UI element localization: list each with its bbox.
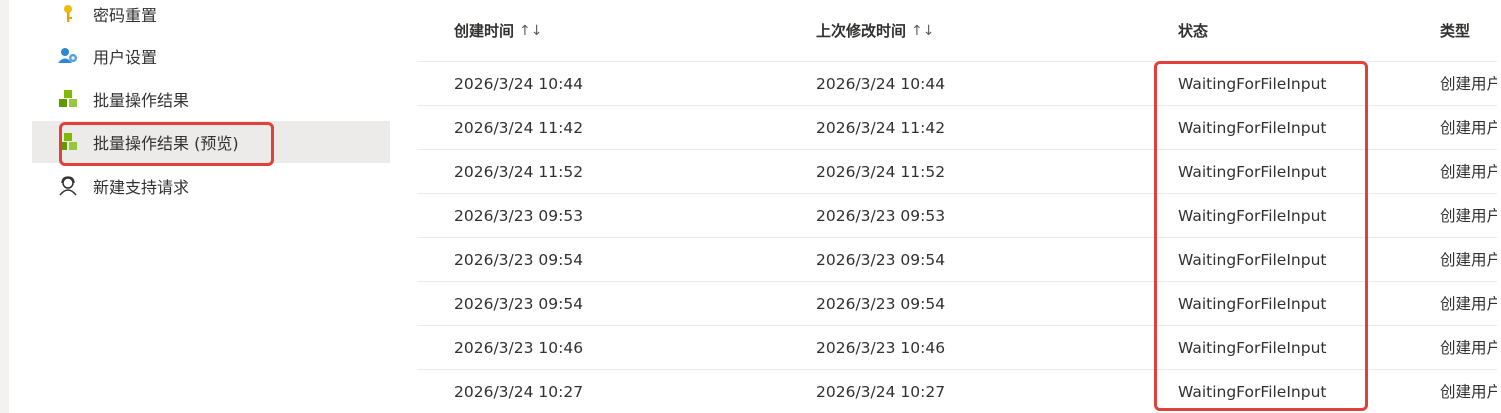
type-cell: 创建用户 — [1440, 119, 1501, 137]
column-header-label: 类型 — [1440, 22, 1471, 40]
type-cell: 创建用户 — [1440, 383, 1501, 401]
sidebar-item-label: 用户设置 — [93, 48, 158, 67]
type-cell: 创建用户 — [1440, 163, 1501, 181]
column-header-type: 类型 — [1440, 0, 1470, 61]
sidebar-item-label: 批量操作结果 — [93, 91, 190, 110]
type-cell: 创建用户 — [1440, 295, 1501, 313]
right-edge — [1497, 0, 1501, 413]
column-header-status: 状态 — [1178, 0, 1208, 61]
key-icon — [57, 3, 79, 25]
column-header-label: 创建时间 — [454, 22, 515, 40]
modified-cell: 2026/3/24 11:42 — [816, 119, 946, 137]
sidebar: 密码重置 用户设置 批量操作结果 批量操作结果 (预览) 新建支持请求 — [32, 0, 390, 413]
sidebar-item-label: 新建支持请求 — [93, 178, 190, 197]
sidebar-item-label: 密码重置 — [93, 6, 158, 25]
column-header-created[interactable]: 创建时间 ↑↓ — [454, 0, 542, 61]
type-cell: 创建用户 — [1440, 207, 1501, 225]
modified-cell: 2026/3/23 10:46 — [816, 339, 946, 357]
created-cell: 2026/3/24 11:42 — [454, 119, 584, 137]
created-cell: 2026/3/24 10:44 — [454, 75, 584, 93]
type-cell: 创建用户 — [1440, 251, 1501, 269]
left-edge-strip — [0, 0, 9, 413]
bulk-operations-icon — [57, 88, 79, 110]
user-settings-icon — [57, 45, 79, 67]
sidebar-item-user-settings[interactable]: 用户设置 — [32, 35, 390, 77]
modified-cell: 2026/3/23 09:53 — [816, 207, 946, 225]
sidebar-item-new-support-request[interactable]: 新建支持请求 — [32, 165, 390, 207]
created-cell: 2026/3/23 09:53 — [454, 207, 584, 225]
created-cell: 2026/3/23 09:54 — [454, 295, 584, 313]
created-cell: 2026/3/24 11:52 — [454, 163, 584, 181]
created-cell: 2026/3/23 09:54 — [454, 251, 584, 269]
highlight-box-status-column — [1154, 61, 1368, 411]
modified-cell: 2026/3/24 10:27 — [816, 383, 946, 401]
page: 密码重置 用户设置 批量操作结果 批量操作结果 (预览) 新建支持请求 创建时间… — [0, 0, 1501, 413]
column-header-modified[interactable]: 上次修改时间 ↑↓ — [816, 0, 934, 61]
column-header-label: 上次修改时间 — [816, 22, 907, 40]
column-header-label: 状态 — [1178, 22, 1209, 40]
modified-cell: 2026/3/24 10:44 — [816, 75, 946, 93]
modified-cell: 2026/3/23 09:54 — [816, 251, 946, 269]
highlight-box-selected-nav — [59, 122, 274, 166]
created-cell: 2026/3/23 10:46 — [454, 339, 584, 357]
sidebar-item-password-reset[interactable]: 密码重置 — [32, 0, 390, 35]
type-cell: 创建用户 — [1440, 339, 1501, 357]
created-cell: 2026/3/24 10:27 — [454, 383, 584, 401]
sort-icon[interactable]: ↑↓ — [911, 23, 934, 39]
sidebar-item-bulk-results[interactable]: 批量操作结果 — [32, 78, 390, 120]
support-person-icon — [57, 175, 79, 197]
modified-cell: 2026/3/23 09:54 — [816, 295, 946, 313]
sort-icon[interactable]: ↑↓ — [519, 23, 542, 39]
modified-cell: 2026/3/24 11:52 — [816, 163, 946, 181]
type-cell: 创建用户 — [1440, 75, 1501, 93]
